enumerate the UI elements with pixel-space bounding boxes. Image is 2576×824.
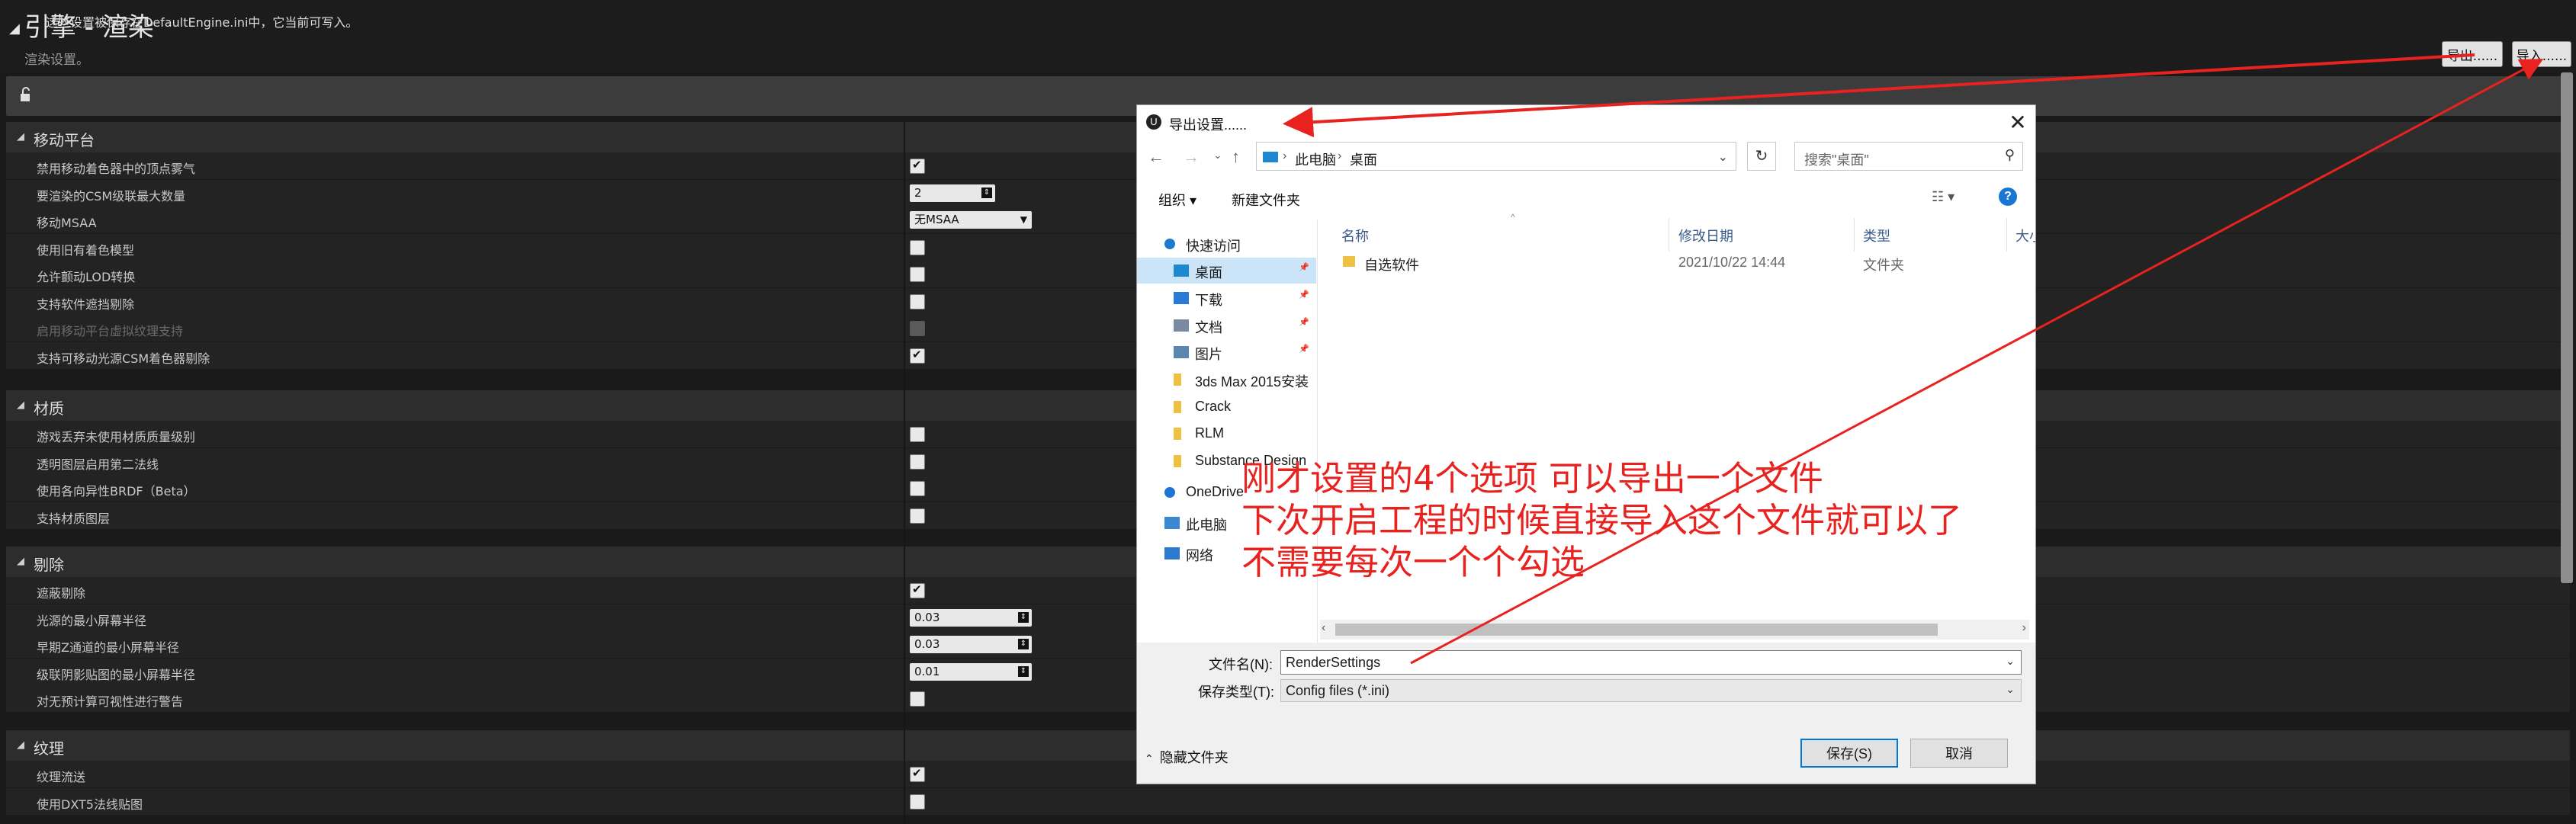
arrow-line (1283, 53, 2475, 138)
annotation-arrows (1283, 53, 2544, 665)
annotation-text: 刚才设置的4个选项 可以导出一个文件 下次开启工程的时候直接导入这个文件就可以了… (1241, 458, 1963, 582)
